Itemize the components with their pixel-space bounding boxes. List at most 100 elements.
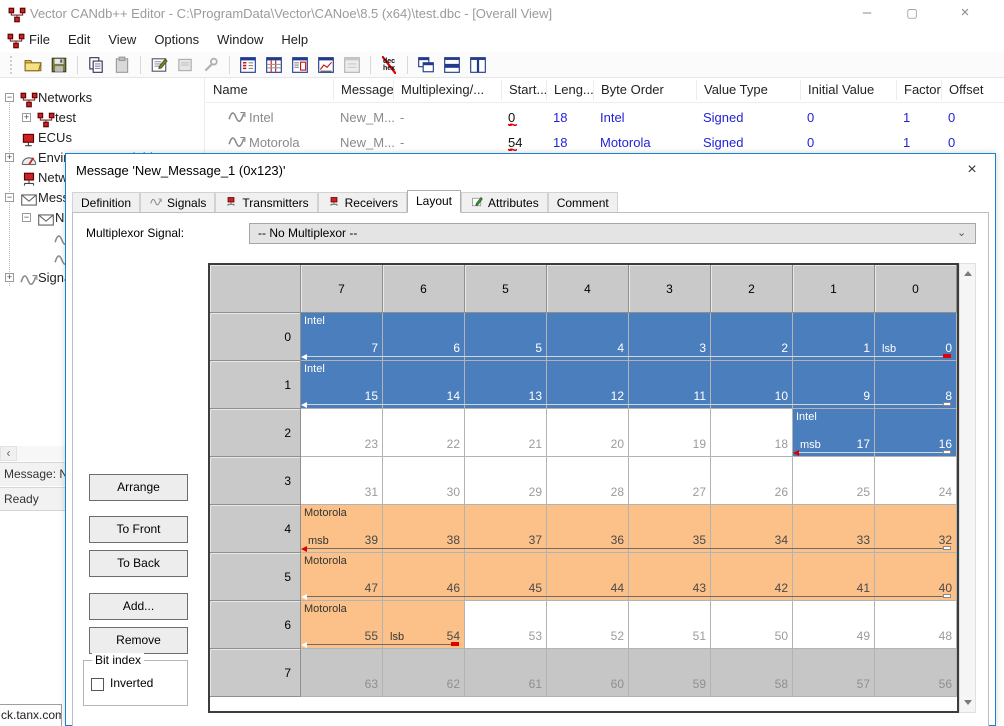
grid-bit-cell-12[interactable]: 12 bbox=[547, 361, 629, 409]
grid-bit-cell-61[interactable]: 61 bbox=[465, 649, 547, 697]
column-header-factor[interactable]: Factor bbox=[896, 80, 941, 100]
toolbar-cascade-windows-button[interactable] bbox=[415, 55, 437, 75]
toolbar-view-chart-button[interactable] bbox=[315, 55, 337, 75]
grid-bit-cell-63[interactable]: 63 bbox=[301, 649, 383, 697]
grid-bit-cell-58[interactable]: 58 bbox=[711, 649, 793, 697]
signal-row-motorola-name[interactable]: Motorola bbox=[213, 130, 340, 155]
inverted-checkbox[interactable] bbox=[91, 678, 104, 691]
grid-bit-cell-18[interactable]: 18 bbox=[711, 409, 793, 457]
grid-bit-cell-44[interactable]: 44 bbox=[547, 553, 629, 601]
grid-bit-cell-59[interactable]: 59 bbox=[629, 649, 711, 697]
toolbar-view-tree-button[interactable] bbox=[237, 55, 259, 75]
sidebar-item-networks[interactable]: −Networks bbox=[0, 88, 205, 108]
toolbar-save-button[interactable] bbox=[48, 55, 70, 75]
expand-icon[interactable]: + bbox=[5, 153, 14, 162]
grid-bit-cell-46[interactable]: 46 bbox=[383, 553, 465, 601]
column-header-length[interactable]: Leng... bbox=[546, 80, 593, 100]
maximize-button[interactable]: ▢ bbox=[895, 0, 929, 28]
grid-bit-cell-23[interactable]: 23 bbox=[301, 409, 383, 457]
grid-bit-cell-57[interactable]: 57 bbox=[793, 649, 875, 697]
column-header-name[interactable]: Name bbox=[206, 80, 333, 100]
grid-bit-cell-47[interactable]: 47Motorola bbox=[301, 553, 383, 601]
grid-bit-cell-28[interactable]: 28 bbox=[547, 457, 629, 505]
grid-bit-cell-21[interactable]: 21 bbox=[465, 409, 547, 457]
tree-horizontal-scrollbar[interactable]: ‹ bbox=[0, 446, 65, 461]
to-front-button[interactable]: To Front bbox=[89, 516, 188, 543]
grid-bit-cell-52[interactable]: 52 bbox=[547, 601, 629, 649]
minimize-button[interactable]: – bbox=[850, 0, 884, 28]
menu-help[interactable]: Help bbox=[272, 28, 317, 52]
toolbar-view-form-button[interactable] bbox=[289, 55, 311, 75]
toolbar-view-table-button[interactable] bbox=[263, 55, 285, 75]
multiplexor-select[interactable]: -- No Multiplexor -- ⌄ bbox=[249, 223, 976, 244]
menu-file[interactable]: File bbox=[20, 28, 59, 52]
toolbar-tile-vertical-button[interactable] bbox=[467, 55, 489, 75]
grid-bit-cell-39[interactable]: 39Motorolamsb bbox=[301, 505, 383, 553]
tab-signals[interactable]: Signals bbox=[140, 192, 215, 213]
column-header-start[interactable]: Start... bbox=[501, 80, 546, 100]
arrange-button[interactable]: Arrange bbox=[89, 474, 188, 501]
signal-row-intel-name[interactable]: Intel bbox=[213, 105, 340, 130]
menu-view[interactable]: View bbox=[99, 28, 145, 52]
grid-bit-cell-4[interactable]: 4 bbox=[547, 313, 629, 361]
grid-bit-cell-20[interactable]: 20 bbox=[547, 409, 629, 457]
grid-bit-cell-60[interactable]: 60 bbox=[547, 649, 629, 697]
toolbar-paste-button[interactable] bbox=[111, 55, 133, 75]
close-button[interactable]: × bbox=[948, 0, 982, 28]
grid-bit-cell-2[interactable]: 2 bbox=[711, 313, 793, 361]
grid-vertical-scrollbar[interactable] bbox=[959, 263, 976, 713]
column-header-message[interactable]: Message bbox=[333, 80, 393, 100]
column-header-byte_order[interactable]: Byte Order bbox=[593, 80, 696, 100]
expand-icon[interactable]: + bbox=[22, 113, 31, 122]
grid-bit-cell-50[interactable]: 50 bbox=[711, 601, 793, 649]
grid-bit-cell-1[interactable]: 1 bbox=[793, 313, 875, 361]
collapse-icon[interactable]: − bbox=[5, 193, 14, 202]
menu-window[interactable]: Window bbox=[208, 28, 272, 52]
grid-bit-cell-51[interactable]: 51 bbox=[629, 601, 711, 649]
grid-bit-cell-55[interactable]: 55Motorola bbox=[301, 601, 383, 649]
grid-bit-cell-10[interactable]: 10 bbox=[711, 361, 793, 409]
tab-comment[interactable]: Comment bbox=[548, 192, 618, 213]
tab-definition[interactable]: Definition bbox=[72, 192, 140, 213]
grid-bit-cell-42[interactable]: 42 bbox=[711, 553, 793, 601]
add-button[interactable]: Add... bbox=[89, 593, 188, 620]
grid-bit-cell-13[interactable]: 13 bbox=[465, 361, 547, 409]
grid-bit-cell-35[interactable]: 35 bbox=[629, 505, 711, 553]
grid-bit-cell-25[interactable]: 25 bbox=[793, 457, 875, 505]
toolbar-wrench-disabled-button[interactable] bbox=[200, 55, 222, 75]
grid-bit-cell-30[interactable]: 30 bbox=[383, 457, 465, 505]
scroll-left-arrow-icon[interactable]: ‹ bbox=[0, 446, 17, 461]
dec-hex-toggle[interactable]: dechex bbox=[382, 56, 396, 74]
grid-bit-cell-62[interactable]: 62 bbox=[383, 649, 465, 697]
grid-bit-cell-19[interactable]: 19 bbox=[629, 409, 711, 457]
grid-bit-cell-5[interactable]: 5 bbox=[465, 313, 547, 361]
grid-bit-cell-45[interactable]: 45 bbox=[465, 553, 547, 601]
remove-button[interactable]: Remove bbox=[89, 627, 188, 654]
grid-bit-cell-9[interactable]: 9 bbox=[793, 361, 875, 409]
toolbar-open-folder-button[interactable] bbox=[22, 55, 44, 75]
grid-bit-cell-49[interactable]: 49 bbox=[793, 601, 875, 649]
column-header-offset[interactable]: Offset bbox=[941, 80, 997, 100]
toolbar-edit-properties-button[interactable] bbox=[148, 55, 170, 75]
grid-bit-cell-37[interactable]: 37 bbox=[465, 505, 547, 553]
grid-bit-cell-33[interactable]: 33 bbox=[793, 505, 875, 553]
grid-bit-cell-26[interactable]: 26 bbox=[711, 457, 793, 505]
tab-attributes[interactable]: Attributes bbox=[461, 192, 548, 213]
grid-bit-cell-29[interactable]: 29 bbox=[465, 457, 547, 505]
toolbar-form-disabled-button[interactable] bbox=[174, 55, 196, 75]
column-header-initial_value[interactable]: Initial Value bbox=[800, 80, 896, 100]
scroll-down-arrow-icon[interactable] bbox=[964, 700, 972, 705]
tab-receivers[interactable]: Receivers bbox=[318, 192, 407, 213]
grid-bit-cell-36[interactable]: 36 bbox=[547, 505, 629, 553]
sidebar-item-ecus[interactable]: ECUs bbox=[0, 128, 205, 148]
grid-bit-cell-31[interactable]: 31 bbox=[301, 457, 383, 505]
grid-bit-cell-17[interactable]: 17Intelmsb bbox=[793, 409, 875, 457]
grid-bit-cell-41[interactable]: 41 bbox=[793, 553, 875, 601]
collapse-icon[interactable]: − bbox=[5, 93, 14, 102]
grid-bit-cell-48[interactable]: 48 bbox=[875, 601, 957, 649]
dialog-close-button[interactable]: × bbox=[959, 158, 985, 182]
grid-bit-cell-15[interactable]: 15Intel bbox=[301, 361, 383, 409]
expand-icon[interactable]: + bbox=[5, 273, 14, 282]
tab-layout[interactable]: Layout bbox=[407, 190, 461, 213]
grid-bit-cell-34[interactable]: 34 bbox=[711, 505, 793, 553]
